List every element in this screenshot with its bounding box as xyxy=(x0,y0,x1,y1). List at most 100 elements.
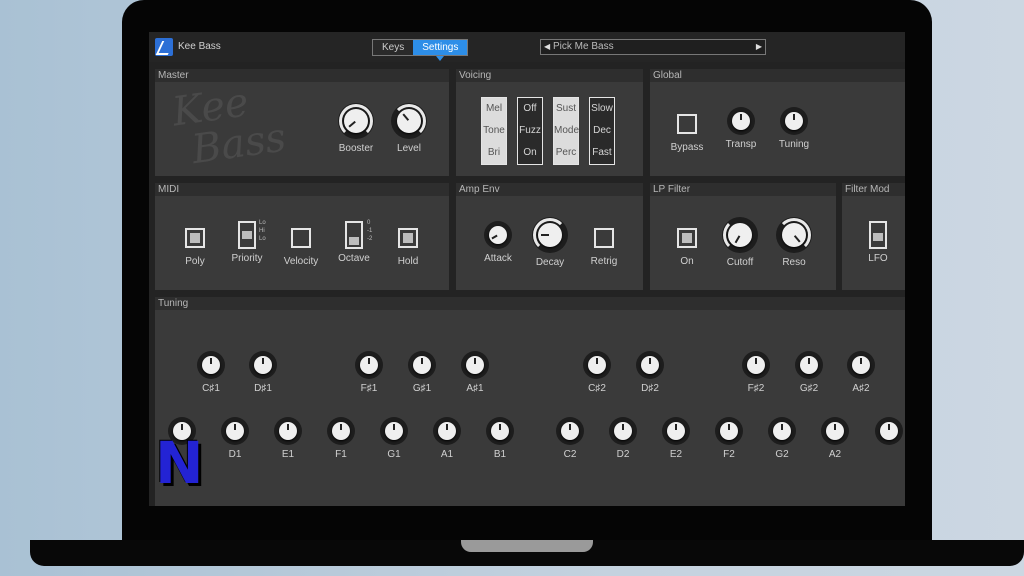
retrig-toggle[interactable] xyxy=(594,228,614,248)
tuning-key-label: G♯1 xyxy=(412,383,432,394)
tuning-key-label: E2 xyxy=(669,449,683,460)
booster-knob[interactable] xyxy=(338,103,374,139)
tuning-key-knob[interactable] xyxy=(380,417,408,445)
velocity-toggle[interactable] xyxy=(291,228,311,248)
priority-label: Priority xyxy=(231,253,263,264)
global-panel: Global Bypass Transp Tuning xyxy=(650,69,905,176)
preset-name: Pick Me Bass xyxy=(553,41,614,52)
tuning-key-control: A1 xyxy=(427,417,467,460)
bypass-toggle[interactable] xyxy=(677,114,697,134)
tuning-key-control: G♯2 xyxy=(789,351,829,394)
tuning-key-label: D1 xyxy=(228,449,242,460)
attack-knob[interactable] xyxy=(484,221,512,249)
hold-control: Hold xyxy=(391,228,425,267)
reso-knob[interactable] xyxy=(776,217,812,253)
tuning-key-label: D♯2 xyxy=(641,383,659,394)
tuning-key-label: A♯1 xyxy=(466,383,484,394)
tuning-key-knob[interactable] xyxy=(742,351,770,379)
tuning-key-label: G♯2 xyxy=(799,383,819,394)
tuning-key-knob[interactable] xyxy=(583,351,611,379)
tab-keys[interactable]: Keys xyxy=(373,40,414,55)
laptop-notch xyxy=(461,540,593,552)
tuning-key-control: D♯2 xyxy=(630,351,670,394)
tuning-key-knob[interactable] xyxy=(355,351,383,379)
master-panel: Master Kee Bass Booster Level xyxy=(155,69,449,176)
decay-control: Decay xyxy=(530,217,570,268)
lfo-label: LFO xyxy=(868,253,888,264)
retrig-label: Retrig xyxy=(590,256,618,267)
poly-toggle[interactable] xyxy=(185,228,205,248)
tuning-key-label: E1 xyxy=(281,449,295,460)
level-knob[interactable] xyxy=(391,103,427,139)
tuning-control: Tuning xyxy=(773,107,815,150)
tuning-label: Tuning xyxy=(778,139,810,150)
tuning-key-knob[interactable] xyxy=(609,417,637,445)
decay-selector[interactable]: Slow Dec Fast xyxy=(589,97,615,165)
tuning-key-knob[interactable] xyxy=(197,351,225,379)
decay-knob[interactable] xyxy=(532,217,568,253)
tuning-key-knob[interactable] xyxy=(768,417,796,445)
tuning-key-control: G1 xyxy=(374,417,414,460)
reso-control: Reso xyxy=(774,217,814,268)
lfo-switch[interactable] xyxy=(869,221,887,249)
fuzz-selector[interactable]: Off Fuzz On xyxy=(517,97,543,165)
tuning-key-label: F2 xyxy=(723,449,735,460)
tuning-key-knob[interactable] xyxy=(249,351,277,379)
preset-prev-icon[interactable]: ◀ xyxy=(544,42,550,51)
tuning-key-knob[interactable] xyxy=(821,417,849,445)
transp-knob[interactable] xyxy=(727,107,755,135)
cutoff-control: Cutoff xyxy=(720,217,760,268)
tab-settings[interactable]: Settings xyxy=(413,40,468,61)
tuning-key-control: C♯1 xyxy=(191,351,231,394)
tuning-key-knob[interactable] xyxy=(461,351,489,379)
tuning-key-knob[interactable] xyxy=(795,351,823,379)
preset-selector[interactable]: ◀ Pick Me Bass ▶ xyxy=(540,39,766,55)
octave-switch[interactable] xyxy=(345,221,363,249)
tuning-key-control: D1 xyxy=(215,417,255,460)
bypass-control: Bypass xyxy=(665,114,709,153)
tuning-knob[interactable] xyxy=(780,107,808,135)
transp-control: Transp xyxy=(720,107,762,150)
tuning-key-knob[interactable] xyxy=(486,417,514,445)
lp-filter-panel: LP Filter On Cutoff Reso xyxy=(650,183,836,290)
tuning-key-knob[interactable] xyxy=(662,417,690,445)
tuning-key-knob[interactable] xyxy=(408,351,436,379)
priority-control: Lo Hi Lo Priority xyxy=(225,220,269,264)
tuning-key-knob[interactable] xyxy=(274,417,302,445)
tuning-key-knob[interactable] xyxy=(327,417,355,445)
tuning-key-knob[interactable] xyxy=(221,417,249,445)
n-badge: N xyxy=(155,429,204,497)
cutoff-knob[interactable] xyxy=(722,217,758,253)
tuning-key-control: A♯2 xyxy=(841,351,881,394)
tone-selector[interactable]: Mel Tone Bri xyxy=(481,97,507,165)
filter-on-toggle[interactable] xyxy=(677,228,697,248)
global-title: Global xyxy=(650,69,905,82)
level-label: Level xyxy=(397,143,421,154)
filter-mod-title: Filter Mod xyxy=(842,183,905,196)
tuning-key-label: C♯1 xyxy=(202,383,220,394)
tuning-key-control: F1 xyxy=(321,417,361,460)
tuning-key-knob[interactable] xyxy=(636,351,664,379)
tuning-key-control: F♯1 xyxy=(349,351,389,394)
tuning-key-knob[interactable] xyxy=(875,417,903,445)
tuning-key-knob[interactable] xyxy=(715,417,743,445)
tuning-key-control: F♯2 xyxy=(736,351,776,394)
priority-switch[interactable] xyxy=(238,221,256,249)
tuning-key-label: D2 xyxy=(616,449,630,460)
poly-control: Poly xyxy=(177,228,213,267)
master-title: Master xyxy=(155,69,449,82)
mode-selector[interactable]: Sust Mode Perc xyxy=(553,97,579,165)
tuning-key-control: E2 xyxy=(656,417,696,460)
attack-control: Attack xyxy=(478,221,518,264)
tuning-key-control: E1 xyxy=(268,417,308,460)
plugin-window: Kee Bass Keys Settings ◀ Pick Me Bass ▶ … xyxy=(149,32,905,506)
hold-toggle[interactable] xyxy=(398,228,418,248)
octave-control: 0 -1 -2 Octave xyxy=(333,220,375,264)
tuning-key-knob[interactable] xyxy=(847,351,875,379)
decay-label: Decay xyxy=(535,257,565,268)
tuning-key-control: C2 xyxy=(550,417,590,460)
tuning-key-knob[interactable] xyxy=(433,417,461,445)
tuning-key-knob[interactable] xyxy=(556,417,584,445)
lfo-control: LFO xyxy=(864,221,892,264)
preset-next-icon[interactable]: ▶ xyxy=(756,42,762,51)
